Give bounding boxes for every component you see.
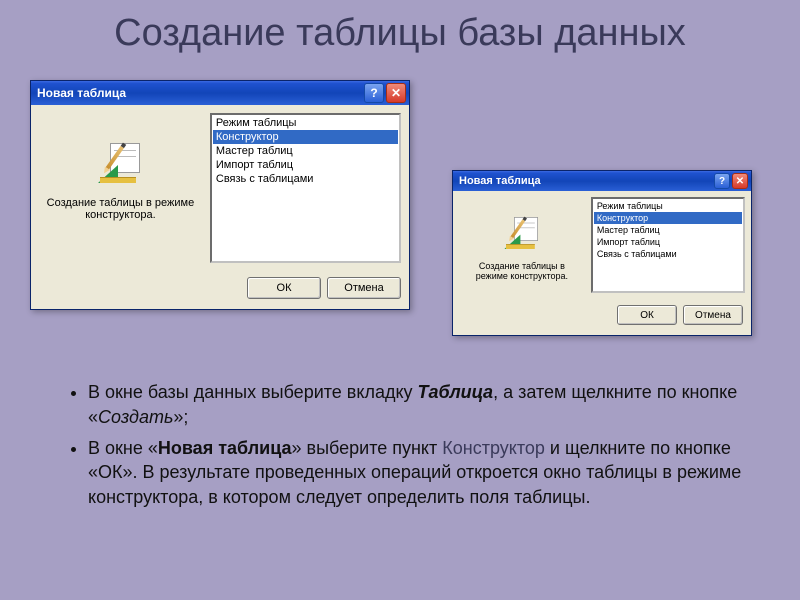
dialog-title: Новая таблица: [459, 175, 541, 187]
list-item[interactable]: Импорт таблиц: [213, 158, 398, 172]
ok-button[interactable]: ОК: [617, 305, 677, 325]
help-icon[interactable]: ?: [714, 173, 730, 189]
left-description-pane: Создание таблицы в режиме конструктора.: [459, 197, 585, 293]
new-table-dialog-small: Новая таблица ? ✕ Создание таблицы в реж…: [452, 170, 752, 336]
list-item[interactable]: Конструктор: [213, 130, 398, 144]
cancel-button[interactable]: Отмена: [327, 277, 401, 299]
close-icon[interactable]: ✕: [732, 173, 748, 189]
left-description-pane: Создание таблицы в режиме конструктора.: [39, 113, 202, 263]
list-item[interactable]: Мастер таблиц: [594, 224, 742, 236]
bullet-item: В окне «Новая таблица» выберите пункт Ко…: [88, 436, 766, 510]
design-mode-icon: [98, 143, 142, 183]
list-item[interactable]: Режим таблицы: [213, 116, 398, 130]
titlebar[interactable]: Новая таблица ? ✕: [31, 81, 409, 105]
instruction-text: В окне базы данных выберите вкладку Табл…: [66, 380, 766, 516]
creation-mode-listbox[interactable]: Режим таблицыКонструкторМастер таблицИмп…: [591, 197, 745, 293]
list-item[interactable]: Конструктор: [594, 212, 742, 224]
left-caption: Создание таблицы в режиме конструктора.: [45, 197, 196, 221]
list-item[interactable]: Импорт таблиц: [594, 236, 742, 248]
cancel-button[interactable]: Отмена: [683, 305, 743, 325]
bullet-item: В окне базы данных выберите вкладку Табл…: [88, 380, 766, 430]
list-item[interactable]: Режим таблицы: [594, 200, 742, 212]
ok-button[interactable]: ОК: [247, 277, 321, 299]
list-item[interactable]: Связь с таблицами: [213, 172, 398, 186]
close-icon[interactable]: ✕: [386, 83, 406, 103]
dialog-title: Новая таблица: [37, 86, 126, 100]
help-icon[interactable]: ?: [364, 83, 384, 103]
creation-mode-listbox[interactable]: Режим таблицыКонструкторМастер таблицИмп…: [210, 113, 401, 263]
design-mode-icon: [504, 217, 539, 249]
left-caption: Создание таблицы в режиме конструктора.: [465, 261, 579, 281]
list-item[interactable]: Мастер таблиц: [213, 144, 398, 158]
list-item[interactable]: Связь с таблицами: [594, 248, 742, 260]
new-table-dialog-large: Новая таблица ? ✕ Создание таблицы в реж…: [30, 80, 410, 310]
slide-title: Создание таблицы базы данных: [0, 0, 800, 55]
titlebar[interactable]: Новая таблица ? ✕: [453, 171, 751, 191]
